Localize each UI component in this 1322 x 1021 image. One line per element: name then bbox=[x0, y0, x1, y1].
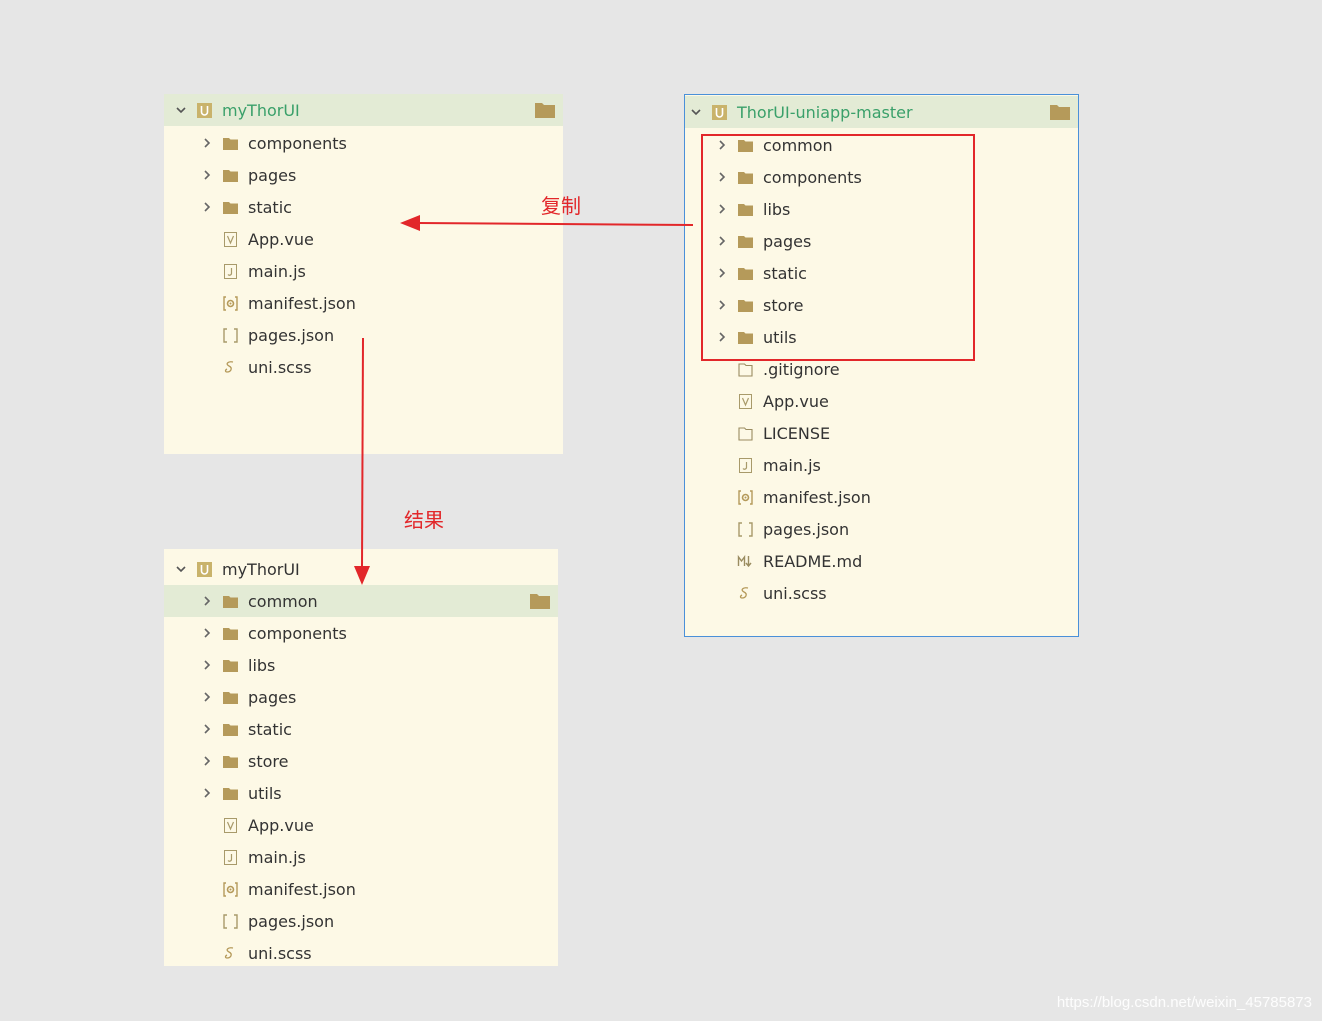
copy-arrow-head bbox=[400, 215, 420, 231]
annotation-arrows bbox=[354, 215, 694, 585]
result-arrow-line bbox=[361, 337, 364, 569]
result-arrow-head bbox=[354, 566, 370, 585]
watermark: https://blog.csdn.net/weixin_45785873 bbox=[1056, 994, 1312, 1011]
copy-arrow-line bbox=[417, 222, 694, 226]
copy-annotation: 复制 bbox=[541, 194, 581, 218]
result-annotation: 结果 bbox=[404, 508, 444, 532]
